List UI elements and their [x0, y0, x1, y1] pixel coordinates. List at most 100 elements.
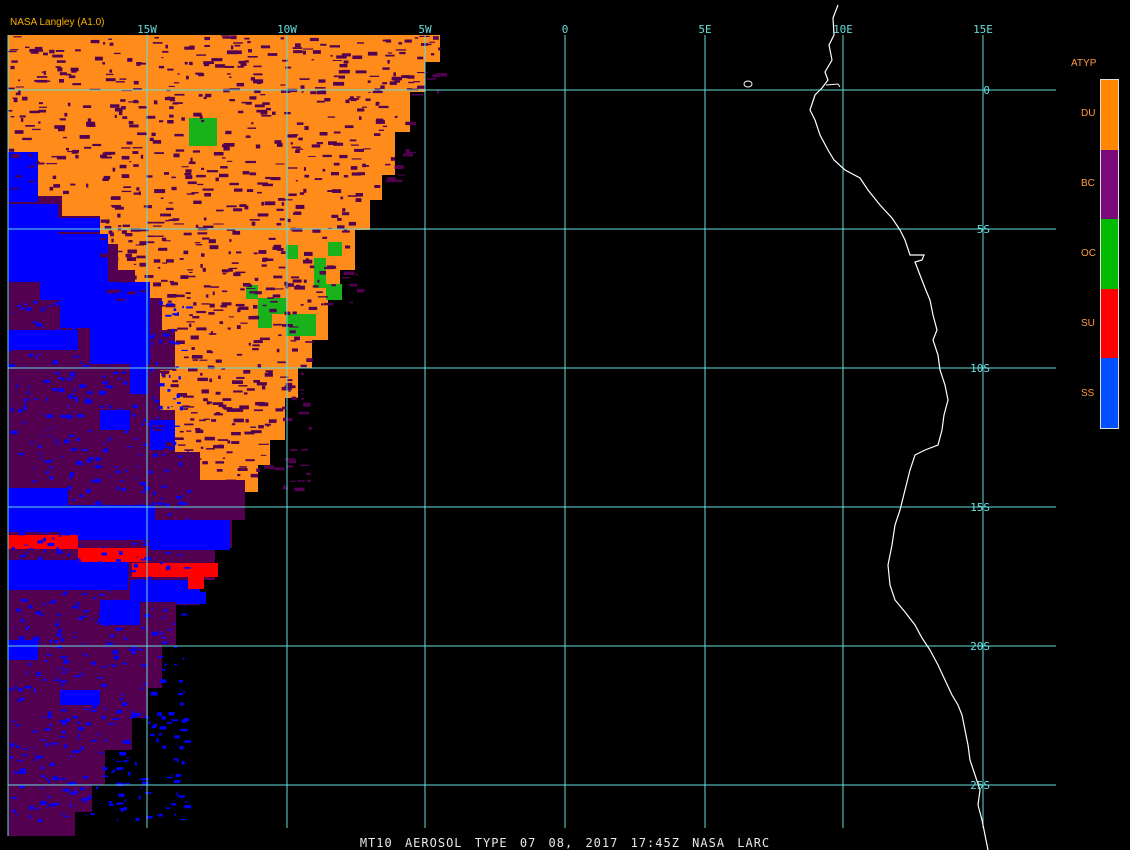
sea-salt-speckle — [84, 708, 91, 710]
sea-salt-speckle — [102, 381, 108, 385]
sea-salt-speckle — [95, 457, 101, 462]
black-carbon-speckle — [253, 252, 258, 255]
sea-salt-speckle — [169, 340, 176, 344]
sea-salt-speckle — [68, 434, 75, 437]
sea-salt-speckle — [43, 537, 46, 542]
black-carbon-speckle — [203, 285, 211, 288]
latitude-label: 15S — [970, 501, 990, 514]
black-carbon-speckle — [333, 142, 344, 146]
sea-salt-speckle — [54, 564, 60, 568]
black-carbon-speckle — [38, 109, 47, 113]
sea-salt-speckle — [172, 542, 175, 546]
black-carbon-speckle — [94, 56, 103, 61]
sea-salt-speckle — [74, 388, 77, 392]
black-carbon-speckle — [268, 419, 277, 423]
sea-salt-speckle — [77, 721, 81, 724]
black-carbon-speckle — [257, 182, 268, 185]
black-carbon-speckle — [205, 294, 209, 298]
sea-salt-speckle — [55, 623, 59, 627]
black-carbon-speckle — [117, 213, 121, 218]
sea-salt-speckle — [186, 518, 189, 520]
black-carbon-speckle — [70, 183, 76, 186]
black-carbon-speckle — [300, 304, 304, 306]
sea-salt-speckle — [42, 531, 47, 534]
sea-salt-speckle — [106, 403, 109, 405]
black-carbon-speckle — [307, 299, 312, 303]
sea-salt-speckle — [178, 679, 183, 683]
sea-salt-speckle — [144, 556, 152, 561]
sea-salt-speckle — [42, 678, 47, 681]
sea-salt-speckle — [41, 514, 49, 517]
sea-salt-speckle — [174, 664, 178, 666]
sea-salt-speckle — [41, 435, 44, 437]
black-carbon-speckle — [218, 404, 227, 408]
sea-salt-speckle — [108, 405, 112, 409]
black-carbon-speckle — [322, 236, 328, 239]
black-carbon-speckle — [367, 51, 378, 56]
black-carbon-speckle — [191, 347, 195, 350]
black-carbon-speckle — [278, 198, 285, 201]
sea-salt-speckle — [142, 781, 149, 785]
black-carbon-speckle — [303, 279, 307, 283]
sea-salt-speckle — [75, 346, 78, 349]
black-carbon-speckle — [212, 402, 224, 405]
sea-salt-speckle — [181, 761, 185, 765]
black-carbon-speckle — [202, 267, 206, 272]
black-carbon-speckle — [257, 364, 261, 368]
sea-salt-speckle — [13, 771, 19, 774]
sea-salt-speckle — [126, 446, 134, 448]
black-carbon-speckle — [200, 264, 203, 268]
black-carbon-speckle — [306, 358, 314, 362]
black-carbon-speckle — [193, 200, 202, 204]
sea-salt-speckle — [160, 562, 164, 565]
black-carbon-speckle — [311, 144, 321, 148]
black-carbon-speckle — [226, 479, 236, 481]
black-carbon-speckle — [133, 80, 139, 85]
black-carbon-speckle — [139, 262, 146, 267]
sea-salt-speckle — [102, 775, 109, 777]
black-carbon-speckle — [290, 340, 297, 342]
black-carbon-speckle — [404, 39, 412, 43]
black-carbon-speckle — [293, 50, 303, 54]
sea-salt-speckle — [57, 328, 61, 331]
black-carbon-speckle — [222, 398, 232, 401]
black-carbon-speckle — [433, 36, 439, 40]
sea-salt-speckle — [67, 553, 70, 557]
black-carbon-speckle — [25, 46, 30, 48]
sea-salt-speckle — [152, 502, 156, 505]
sea-salt-speckle — [173, 308, 177, 311]
black-carbon-speckle — [361, 106, 367, 108]
sea-salt-speckle — [162, 668, 166, 671]
black-carbon-speckle — [121, 174, 130, 178]
black-carbon-speckle — [289, 330, 296, 334]
black-carbon-speckle — [185, 175, 193, 179]
black-carbon-speckle — [195, 244, 203, 246]
sea-salt-speckle — [112, 769, 115, 773]
sea-salt-speckle — [103, 546, 105, 549]
sea-salt-speckle — [47, 542, 55, 547]
black-carbon-speckle — [309, 37, 319, 42]
black-carbon-speckle — [106, 73, 114, 76]
black-carbon-speckle — [111, 238, 114, 243]
sea-salt-speckle — [50, 435, 53, 437]
sea-salt-speckle — [69, 330, 74, 332]
coastline — [743, 4, 989, 850]
black-carbon-speckle — [236, 82, 244, 87]
black-carbon-speckle — [168, 85, 175, 87]
sea-salt-speckle — [64, 439, 70, 444]
black-carbon-speckle — [357, 108, 365, 112]
black-carbon-speckle — [229, 239, 232, 242]
black-carbon-speckle — [276, 348, 280, 353]
sea-salt-speckle — [41, 307, 48, 309]
black-carbon-speckle — [151, 132, 156, 137]
sea-salt-speckle — [38, 368, 40, 370]
sea-salt-speckle — [56, 646, 63, 649]
black-carbon-speckle — [293, 459, 296, 463]
sea-salt-speckle — [123, 740, 131, 744]
sea-salt-speckle — [83, 610, 89, 613]
sea-salt-speckle — [171, 803, 176, 806]
black-carbon-speckle — [244, 431, 255, 435]
black-carbon-speckle — [205, 485, 214, 488]
black-carbon-speckle — [249, 291, 257, 294]
black-carbon-speckle — [341, 212, 350, 216]
